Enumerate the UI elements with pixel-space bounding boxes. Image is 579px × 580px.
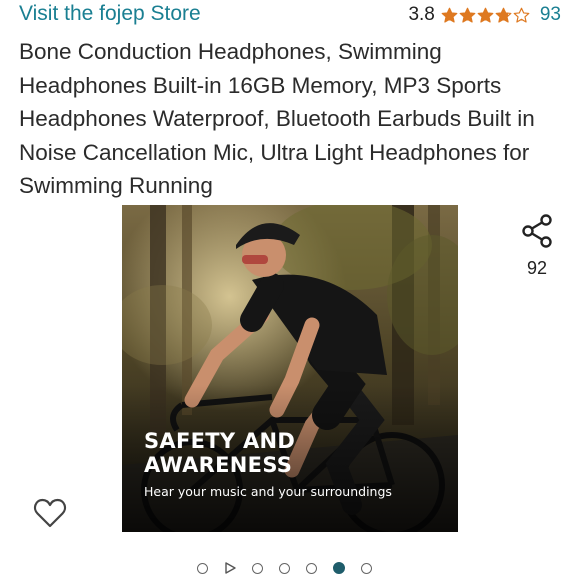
carousel-video-indicator[interactable] [224, 562, 236, 574]
carousel-dot[interactable] [306, 562, 317, 574]
star-filled-icon [441, 7, 458, 23]
carousel-dot[interactable] [197, 562, 208, 574]
rating-value: 3.8 [408, 4, 435, 25]
image-subline: Hear your music and your surroundings [144, 484, 392, 499]
visit-store-link[interactable]: Visit the fojep Store [19, 2, 201, 26]
image-carousel-pager[interactable] [197, 562, 372, 574]
star-filled-icon [459, 7, 476, 23]
wishlist-button[interactable] [33, 497, 67, 529]
image-overlay-text: SAFETY AND AWARENESS Hear your music and… [144, 429, 392, 499]
play-icon [225, 562, 236, 574]
star-half-icon [495, 7, 512, 23]
share-icon [522, 214, 552, 248]
rating-count-link[interactable]: 93 [540, 4, 561, 26]
product-title: Bone Conduction Headphones, Swimming Hea… [19, 39, 535, 198]
carousel-dot[interactable] [252, 562, 263, 574]
image-headline: SAFETY AND AWARENESS [144, 429, 296, 477]
carousel-dot-active[interactable] [333, 562, 345, 574]
heart-outline-icon [33, 498, 67, 528]
star-rating [441, 7, 530, 24]
rating-summary[interactable]: 3.8 93 [408, 4, 561, 26]
share-count: 92 [526, 258, 548, 278]
share-button[interactable]: 92 [516, 214, 558, 279]
star-empty-icon [513, 7, 530, 23]
product-image[interactable]: SAFETY AND AWARENESS Hear your music and… [122, 205, 458, 532]
carousel-dot[interactable] [361, 562, 372, 574]
star-filled-icon [477, 7, 494, 23]
carousel-dot[interactable] [279, 562, 290, 574]
